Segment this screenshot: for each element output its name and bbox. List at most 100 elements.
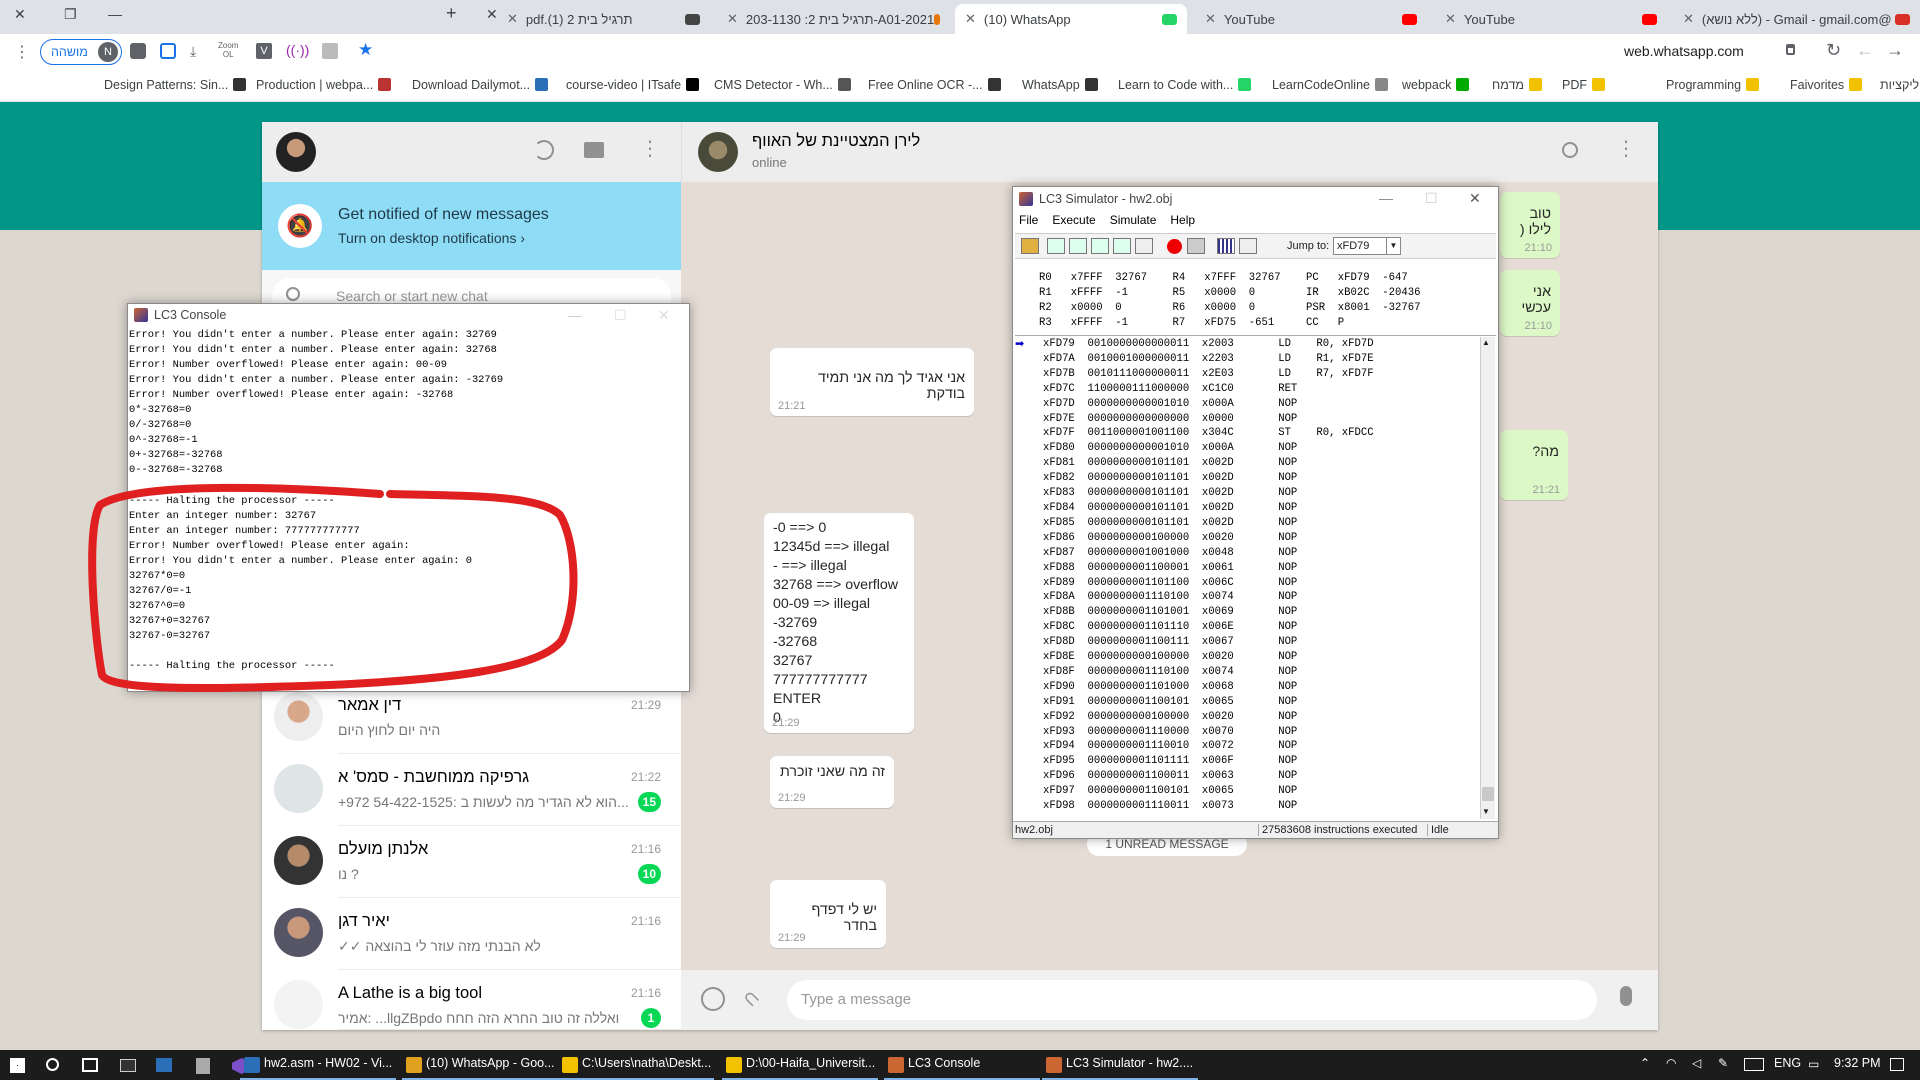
- memory-row[interactable]: xFD80 0000000000001010 x000A NOP: [1029, 441, 1484, 456]
- message-input[interactable]: Type a message: [787, 980, 1597, 1020]
- outgoing-message[interactable]: אני עכשי 21:10: [1500, 270, 1560, 336]
- bookmark-item[interactable]: מדמח: [1492, 78, 1542, 92]
- emoji-icon[interactable]: [701, 987, 725, 1011]
- memory-row[interactable]: xFD87 0000000001001000 x0048 NOP: [1029, 546, 1484, 561]
- tab-close-icon[interactable]: ✕: [1683, 11, 1694, 27]
- bookmark-item[interactable]: Programming: [1666, 78, 1760, 92]
- memory-row[interactable]: xFD7A 0010001000000011 x2203 LD R1, xFD7…: [1029, 352, 1484, 367]
- extension-icon[interactable]: [160, 43, 176, 59]
- chat-list-item[interactable]: אלנתן מועלם 21:16 נו ? 10: [262, 826, 681, 898]
- close-icon[interactable]: ✕: [658, 307, 670, 324]
- bookmark-item[interactable]: Design Patterns: Sin...: [104, 78, 247, 92]
- open-file-icon[interactable]: [1021, 238, 1039, 254]
- registers-icon[interactable]: [1217, 238, 1235, 254]
- memory-row[interactable]: xFD88 0000000001100001 x0061 NOP: [1029, 561, 1484, 576]
- memory-row[interactable]: xFD86 0000000000100000 x0020 NOP: [1029, 531, 1484, 546]
- memory-row[interactable]: xFD79 0010000000000011 x2003 LD R0, xFD7…: [1029, 337, 1484, 352]
- chat-list-item[interactable]: יאיר דגן 21:16 ✓✓ לא הבנתי מזה עוזר לי בהו…: [262, 898, 681, 970]
- scrollbar[interactable]: ▲ ▼: [1480, 337, 1495, 819]
- pen-icon[interactable]: ✎: [1718, 1056, 1728, 1070]
- back-icon[interactable]: →: [1886, 40, 1904, 61]
- memory-row[interactable]: xFD7D 0000000000001010 x000A NOP: [1029, 397, 1484, 412]
- incoming-message[interactable]: יש לי דפדף בחדר 21:29: [770, 880, 886, 948]
- tab[interactable]: ✕ pdf.(1) תרגיל בית 2: [497, 4, 710, 34]
- tab[interactable]: ✕ (ללא נושא) - Gmail - gmail.com@: [1673, 4, 1920, 34]
- tab-close-icon[interactable]: ✕: [486, 6, 498, 23]
- tab-close-icon[interactable]: ✕: [965, 11, 976, 27]
- bookmark-item[interactable]: Download Dailymot...: [412, 78, 549, 92]
- scroll-up-icon[interactable]: ▲: [1482, 338, 1490, 347]
- new-tab-icon[interactable]: +: [446, 3, 457, 24]
- bookmark-item[interactable]: Faivorites: [1790, 78, 1863, 92]
- menu-file[interactable]: File: [1019, 213, 1038, 231]
- minimize-window-icon[interactable]: —: [108, 6, 122, 22]
- bookmark-item[interactable]: LearnCodeOnline: [1272, 78, 1388, 92]
- maximize-icon[interactable]: ☐: [1425, 190, 1438, 207]
- memory-row[interactable]: xFD8D 0000000001100111 x0067 NOP: [1029, 635, 1484, 650]
- memory-row[interactable]: xFD96 0000000001100011 x0063 NOP: [1029, 769, 1484, 784]
- maximize-icon[interactable]: ☐: [614, 307, 627, 324]
- memory-row[interactable]: xFD7E 0000000000000000 x0000 NOP: [1029, 412, 1484, 427]
- bookmark-item[interactable]: webpack: [1402, 78, 1470, 92]
- bookmark-item[interactable]: WhatsApp: [1022, 78, 1098, 92]
- zoom-extension-icon[interactable]: Zoom OL: [218, 41, 238, 59]
- memory-row[interactable]: xFD7B 0010111000000011 x2E03 LD R7, xFD7…: [1029, 367, 1484, 382]
- goto-icon[interactable]: [1239, 238, 1257, 254]
- memory-row[interactable]: xFD89 0000000001101100 x006C NOP: [1029, 576, 1484, 591]
- conversation-header[interactable]: לירן המצטיינת של האווף online ⋮: [681, 122, 1658, 182]
- memory-row[interactable]: xFD83 0000000000101101 x002D NOP: [1029, 486, 1484, 501]
- status-icon[interactable]: [534, 140, 554, 160]
- taskbar-app[interactable]: LC3 Console: [908, 1056, 980, 1070]
- tab-close-icon[interactable]: ✕: [1445, 11, 1456, 27]
- bookmark-item[interactable]: אפליקציות: [1880, 78, 1920, 92]
- memory-row[interactable]: xFD91 0000000001100101 x0065 NOP: [1029, 695, 1484, 710]
- menu-simulate[interactable]: Simulate: [1110, 213, 1157, 231]
- address-bar[interactable]: web.whatsapp.com: [1624, 43, 1744, 59]
- extension-icon[interactable]: [322, 43, 338, 59]
- scroll-thumb[interactable]: [1482, 787, 1494, 801]
- battery-icon[interactable]: ▭: [1808, 1057, 1819, 1071]
- tab-active[interactable]: ✕ (10) WhatsApp: [955, 4, 1187, 34]
- step-out-icon[interactable]: [1091, 238, 1109, 254]
- memory-row[interactable]: xFD85 0000000000101101 x002D NOP: [1029, 516, 1484, 531]
- menu-execute[interactable]: Execute: [1052, 213, 1095, 231]
- app-icon[interactable]: [196, 1058, 210, 1074]
- taskbar-app[interactable]: C:\Users\natha\Deskt...: [582, 1056, 711, 1070]
- bookmark-item[interactable]: Learn to Code with...: [1118, 78, 1252, 92]
- memory-row[interactable]: xFD92 0000000000100000 x0020 NOP: [1029, 710, 1484, 725]
- tab[interactable]: ✕ תרגיל בית 2: 203-1130-A01-2021: [717, 4, 950, 34]
- chat-list-item[interactable]: דין אמאר 21:29 היה יום לחוץ היום: [262, 682, 681, 754]
- chat-list-item[interactable]: גרפיקה ממוחשבת - סמס' א 21:22 +972 54-422-…: [262, 754, 681, 826]
- incoming-message[interactable]: אני אגיד לך מה אני תמיד בודקת 21:21: [770, 348, 974, 416]
- step-over-icon[interactable]: [1069, 238, 1087, 254]
- extension-icon[interactable]: V: [256, 43, 272, 59]
- jump-to-select[interactable]: xFD79 ▼: [1333, 237, 1401, 255]
- new-chat-icon[interactable]: [584, 142, 604, 158]
- scroll-down-icon[interactable]: ▼: [1482, 807, 1490, 816]
- chevron-up-icon[interactable]: ⌃: [1640, 1056, 1650, 1070]
- memory-row[interactable]: xFD7C 1100000111000000 xC1C0 RET: [1029, 382, 1484, 397]
- reload-icon[interactable]: ↻: [1826, 40, 1841, 61]
- extension-icon[interactable]: [130, 43, 146, 59]
- close-window-icon[interactable]: ✕: [14, 6, 26, 23]
- taskbar-app[interactable]: LC3 Simulator - hw2....: [1066, 1056, 1193, 1070]
- task-view-icon[interactable]: [82, 1058, 98, 1072]
- notifications-icon[interactable]: [1890, 1058, 1904, 1071]
- memory-row[interactable]: xFD8E 0000000000100000 x0020 NOP: [1029, 650, 1484, 665]
- app-icon[interactable]: [156, 1058, 172, 1072]
- breakpoint-icon[interactable]: [1167, 239, 1182, 254]
- memory-row[interactable]: xFD84 0000000000101101 x002D NOP: [1029, 501, 1484, 516]
- bookmark-item[interactable]: Free Online OCR -...: [868, 78, 1001, 92]
- avatar[interactable]: [276, 132, 316, 172]
- start-icon[interactable]: [10, 1058, 25, 1073]
- avatar[interactable]: [698, 132, 738, 172]
- tab-close-icon[interactable]: ✕: [507, 11, 518, 27]
- incoming-message[interactable]: -0 ==> 0 12345d ==> illegal - ==> illegal 3…: [764, 513, 914, 733]
- profile-chip[interactable]: מושהה N: [40, 39, 122, 65]
- microphone-icon[interactable]: [1620, 986, 1632, 1006]
- notification-banner[interactable]: 🔕 Get notified of new messages Turn on d…: [262, 182, 681, 270]
- minimize-icon[interactable]: —: [568, 307, 582, 323]
- memory-row[interactable]: xFD93 0000000001110000 x0070 NOP: [1029, 725, 1484, 740]
- bookmark-item[interactable]: Production | webpa...: [256, 78, 392, 92]
- wifi-icon[interactable]: ◠: [1666, 1056, 1676, 1070]
